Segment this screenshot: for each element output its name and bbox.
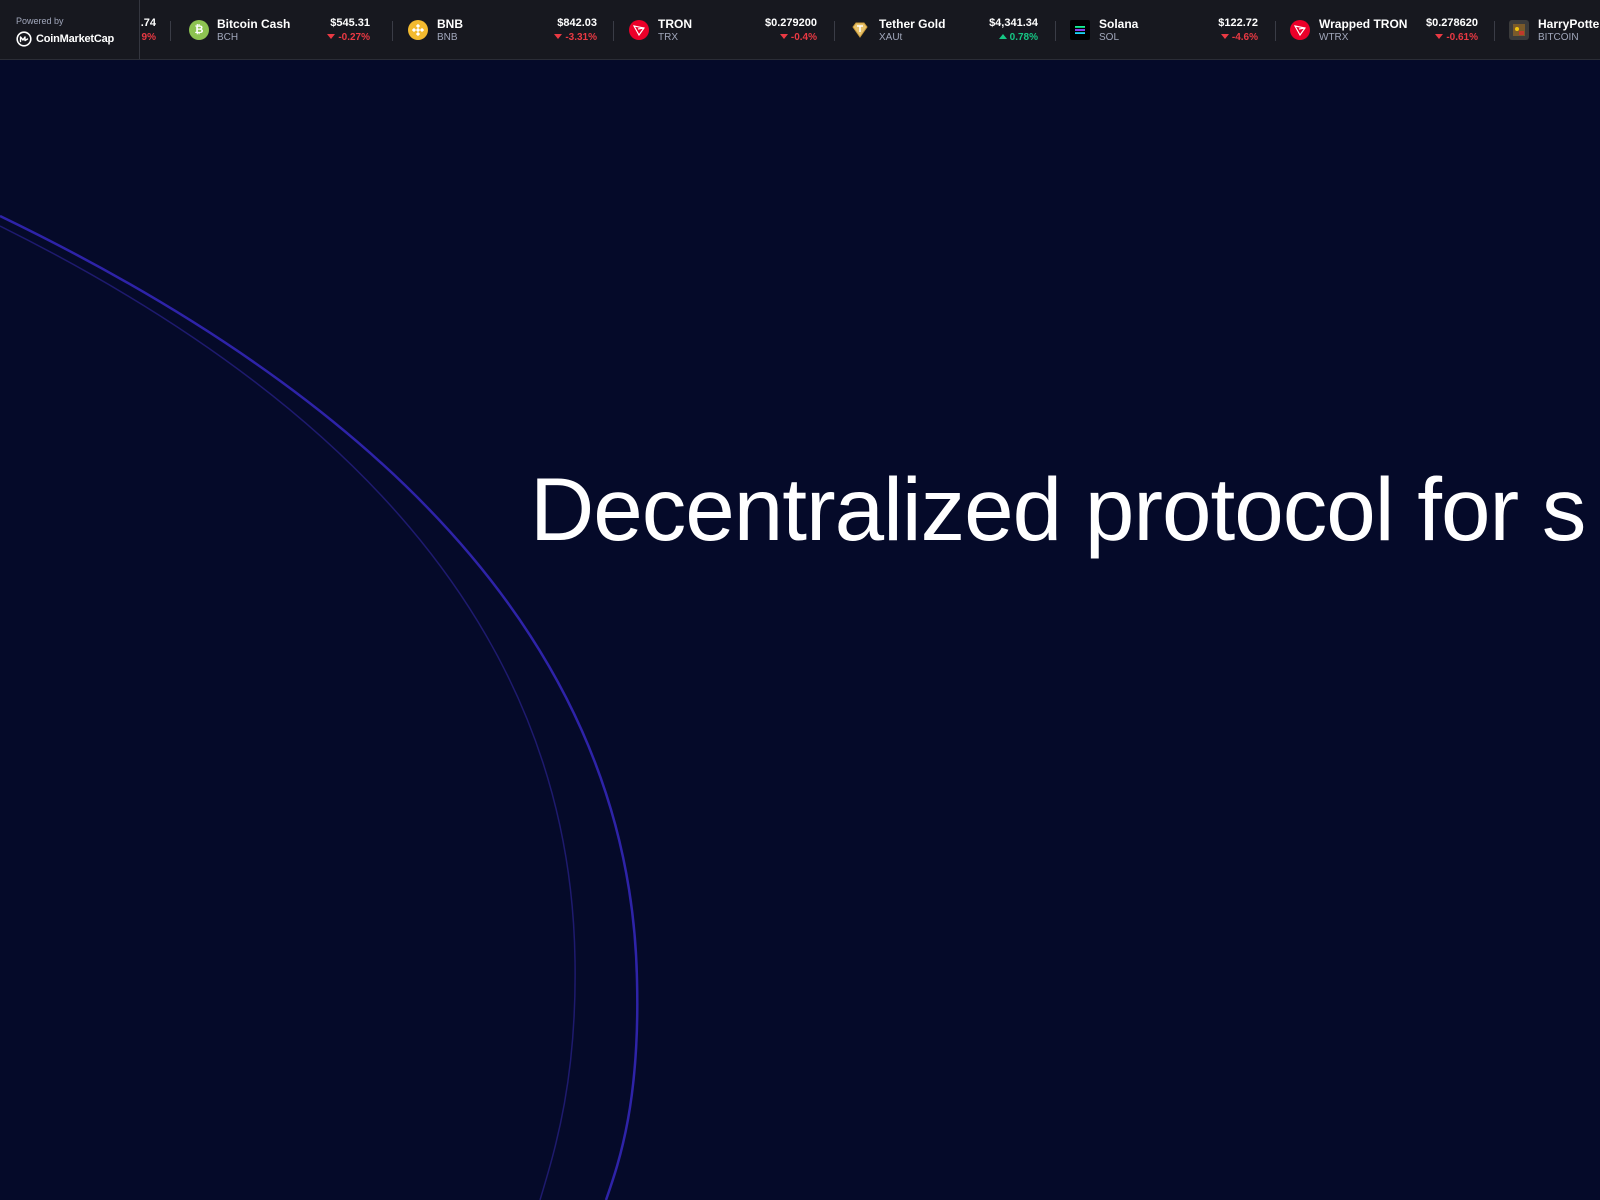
crypto-ticker-bar: .74 9% ₿ Bitcoin Cash BCH $545.31 -0.27%… bbox=[0, 0, 1600, 60]
harrypotter-icon bbox=[1509, 20, 1529, 40]
bitcoin-cash-icon: ₿ bbox=[189, 20, 209, 40]
wrapped-tron-icon bbox=[1290, 20, 1310, 40]
down-arrow-icon bbox=[1435, 34, 1444, 39]
coin-price: $0.278620 bbox=[1426, 17, 1478, 29]
ticker-divider bbox=[1494, 21, 1495, 41]
ticker-divider bbox=[613, 21, 614, 41]
coin-change: -0.4% bbox=[779, 32, 817, 43]
coin-change: 0.78% bbox=[998, 32, 1038, 43]
coinmarketcap-icon bbox=[16, 31, 32, 47]
coin-change: 9% bbox=[141, 32, 156, 43]
down-arrow-icon bbox=[1220, 34, 1229, 39]
coin-name: Wrapped TRON bbox=[1319, 17, 1408, 31]
ticker-divider bbox=[1275, 21, 1276, 41]
hero-background-arc bbox=[0, 214, 639, 1200]
coin-change: -4.6% bbox=[1220, 32, 1258, 43]
up-arrow-icon bbox=[998, 34, 1007, 39]
hero-title: Decentralized protocol for s bbox=[530, 459, 1586, 559]
brand-name: CoinMarketCap bbox=[36, 33, 115, 45]
coin-symbol: SOL bbox=[1099, 32, 1120, 43]
powered-by-badge[interactable]: Powered by CoinMarketCap bbox=[0, 0, 140, 59]
coin-symbol: WTRX bbox=[1319, 32, 1349, 43]
coin-name: Solana bbox=[1099, 17, 1139, 31]
coin-symbol: XAUt bbox=[879, 32, 903, 43]
ticker-coin-tron[interactable]: TRON TRX $0.279200 -0.4% bbox=[629, 0, 821, 59]
coin-name: TRON bbox=[658, 17, 692, 31]
ticker-divider bbox=[170, 21, 171, 41]
coin-change: -0.61% bbox=[1435, 32, 1478, 43]
down-arrow-icon bbox=[554, 34, 563, 39]
ticker-divider bbox=[392, 21, 393, 41]
ticker-coin-tether-gold[interactable]: Tether Gold XAUt $4,341.34 0.78% bbox=[850, 0, 1042, 59]
tron-icon bbox=[629, 20, 649, 40]
coinmarketcap-logo: CoinMarketCap bbox=[16, 31, 114, 47]
coin-price: $545.31 bbox=[330, 17, 370, 29]
ticker-coin-solana[interactable]: Solana SOL $122.72 -4.6% bbox=[1070, 0, 1262, 59]
powered-by-label: Powered by bbox=[16, 16, 64, 26]
coin-price: $122.72 bbox=[1218, 17, 1258, 29]
coin-name: Tether Gold bbox=[879, 17, 946, 31]
ticker-divider bbox=[834, 21, 835, 41]
coin-price: .74 bbox=[140, 17, 156, 29]
solana-icon bbox=[1070, 20, 1090, 40]
tether-gold-icon bbox=[850, 20, 870, 40]
ticker-track: .74 9% ₿ Bitcoin Cash BCH $545.31 -0.27%… bbox=[0, 0, 1600, 59]
coin-price: $4,341.34 bbox=[989, 17, 1038, 29]
ticker-divider bbox=[1055, 21, 1056, 41]
coin-name: Bitcoin Cash bbox=[217, 17, 291, 31]
ticker-coin-bitcoin-cash[interactable]: ₿ Bitcoin Cash BCH $545.31 -0.27% bbox=[186, 0, 378, 59]
inner-arc bbox=[0, 225, 576, 1200]
ticker-coin-bnb[interactable]: BNB BNB $842.03 -3.31% bbox=[408, 0, 600, 59]
down-arrow-icon bbox=[327, 34, 336, 39]
coin-symbol: TRX bbox=[658, 32, 678, 43]
coin-change: -0.27% bbox=[327, 32, 370, 43]
coin-name: BNB bbox=[437, 17, 463, 31]
coin-change: -3.31% bbox=[554, 32, 597, 43]
down-arrow-icon bbox=[779, 34, 788, 39]
coin-symbol: BNB bbox=[437, 32, 458, 43]
coin-price: $0.279200 bbox=[765, 17, 817, 29]
outer-arc bbox=[0, 214, 639, 1200]
coin-name: HarryPotter bbox=[1538, 17, 1600, 31]
coin-price: $842.03 bbox=[557, 17, 597, 29]
bnb-icon bbox=[408, 20, 428, 40]
coin-symbol: BITCOIN bbox=[1538, 32, 1579, 43]
coin-symbol: BCH bbox=[217, 32, 239, 43]
ticker-coin-harrypotter[interactable]: HarryPotter BITCOIN bbox=[1509, 0, 1600, 59]
ticker-coin-wrapped-tron[interactable]: Wrapped TRON WTRX $0.278620 -0.61% bbox=[1290, 0, 1482, 59]
